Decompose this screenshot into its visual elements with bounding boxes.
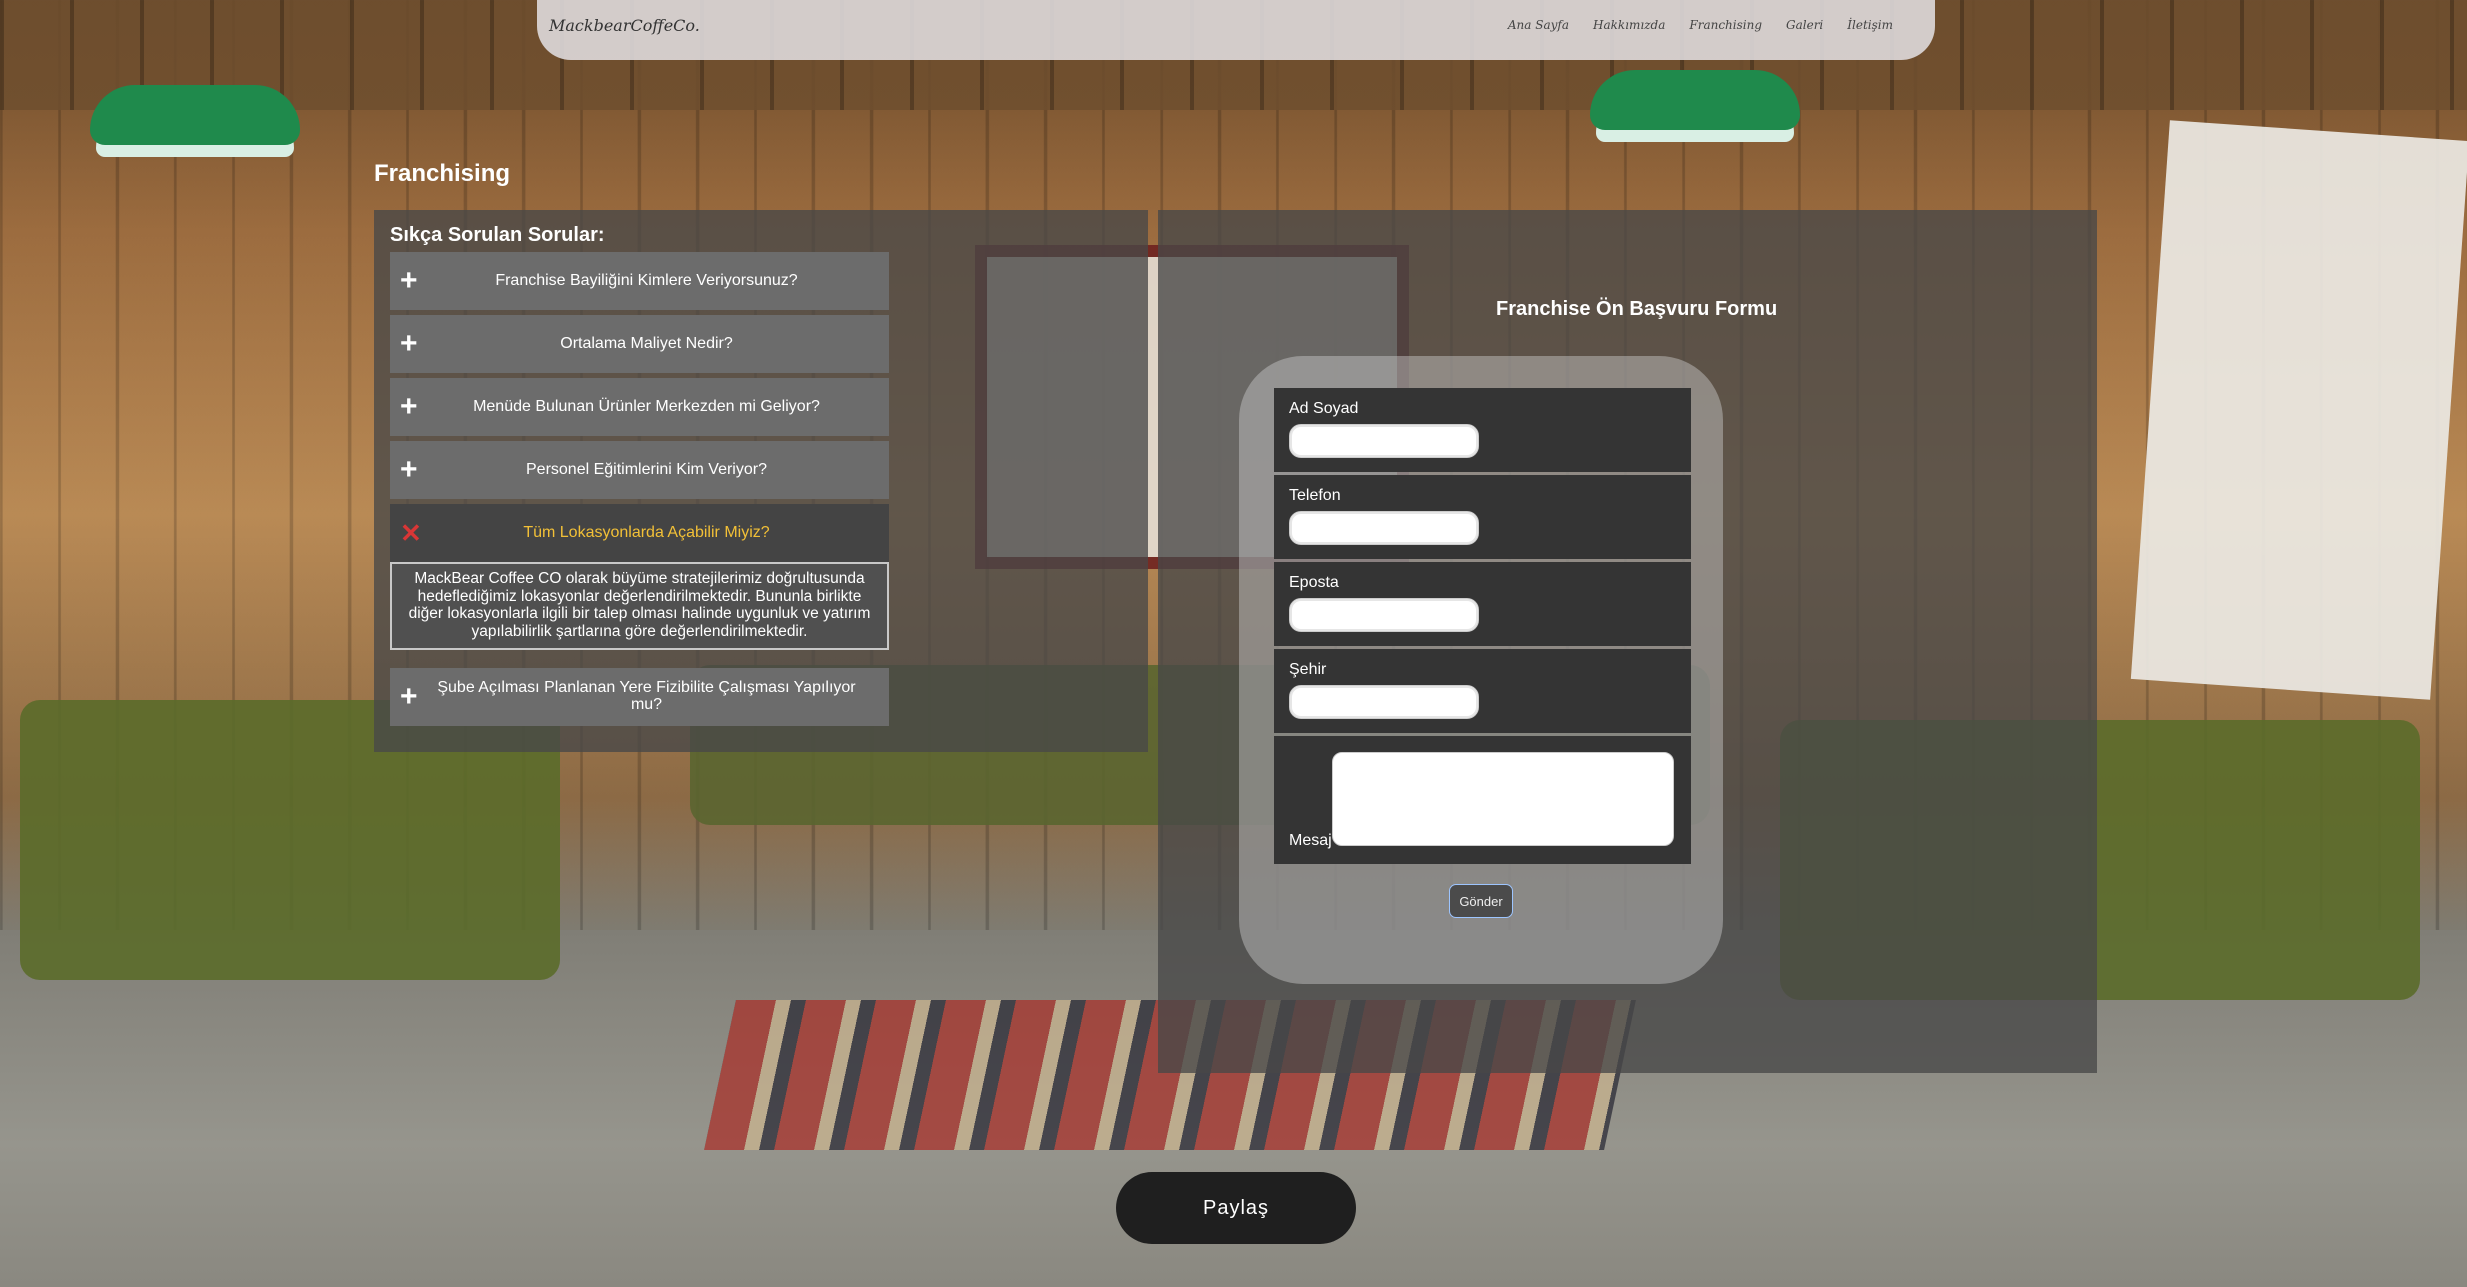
application-form-panel: Franchise Ön Başvuru Formu Ad Soyad Tele…	[1158, 210, 2097, 1073]
city-label: Şehir	[1289, 661, 1327, 678]
faq-question: Tüm Lokasyonlarda Açabilir Miyiz?	[523, 523, 770, 541]
faq-question: Personel Eğitimlerini Kim Veriyor?	[526, 460, 767, 478]
plus-icon: +	[400, 453, 418, 486]
phone-input[interactable]	[1289, 511, 1479, 545]
nav-link-franchising[interactable]: Franchising	[1689, 18, 1762, 32]
name-label: Ad Soyad	[1289, 400, 1359, 417]
faq-item-open[interactable]: ✕ Tüm Lokasyonlarda Açabilir Miyiz?	[390, 504, 889, 562]
faq-list: + Franchise Bayiliğini Kimlere Veriyorsu…	[390, 252, 889, 731]
faq-answer: MackBear Coffee CO olarak büyüme stratej…	[390, 562, 889, 650]
share-button[interactable]: Paylaş	[1116, 1172, 1356, 1244]
nav-link-contact[interactable]: İletişim	[1847, 18, 1893, 32]
city-field-row: Şehir	[1274, 649, 1691, 733]
form-title: Franchise Ön Başvuru Formu	[1496, 298, 1778, 320]
application-form: Ad Soyad Telefon Eposta Şehir Mesaj Gönd…	[1239, 356, 1723, 984]
email-input[interactable]	[1289, 598, 1479, 632]
faq-question: Franchise Bayiliğini Kimlere Veriyorsunu…	[495, 271, 798, 289]
faq-question: Menüde Bulunan Ürünler Merkezden mi Geli…	[473, 397, 820, 415]
faq-item[interactable]: + Menüde Bulunan Ürünler Merkezden mi Ge…	[390, 378, 889, 436]
faq-item[interactable]: + Franchise Bayiliğini Kimlere Veriyorsu…	[390, 252, 889, 310]
plus-icon: +	[400, 327, 418, 360]
page-title: Franchising	[374, 160, 511, 187]
top-navbar: MackbearCoffeCo. Ana Sayfa Hakkımızda Fr…	[537, 0, 1935, 60]
brand-logo[interactable]: MackbearCoffeCo.	[549, 16, 700, 35]
faq-item[interactable]: + Ortalama Maliyet Nedir?	[390, 315, 889, 373]
plus-icon: +	[400, 264, 418, 297]
faq-question: Ortalama Maliyet Nedir?	[560, 334, 733, 352]
plus-icon: +	[400, 680, 418, 713]
submit-button[interactable]: Gönder	[1449, 884, 1513, 918]
plus-icon: +	[400, 390, 418, 423]
message-label: Mesaj	[1289, 832, 1332, 849]
message-textarea[interactable]	[1332, 752, 1674, 846]
faq-heading: Sıkça Sorulan Sorular:	[390, 224, 605, 246]
background-lamp-left	[90, 85, 300, 145]
faq-panel: Sıkça Sorulan Sorular: + Franchise Bayil…	[374, 210, 1148, 752]
name-field-row: Ad Soyad	[1274, 388, 1691, 472]
faq-item[interactable]: + Personel Eğitimlerini Kim Veriyor?	[390, 441, 889, 499]
faq-item[interactable]: + Şube Açılması Planlanan Yere Fizibilit…	[390, 668, 889, 726]
name-input[interactable]	[1289, 424, 1479, 458]
message-field-row: Mesaj	[1274, 736, 1691, 864]
phone-label: Telefon	[1289, 487, 1341, 504]
close-icon: ✕	[400, 518, 422, 548]
background-lamp-right	[1590, 70, 1800, 130]
nav-link-gallery[interactable]: Galeri	[1786, 18, 1823, 32]
email-label: Eposta	[1289, 574, 1339, 591]
nav-link-about[interactable]: Hakkımızda	[1593, 18, 1665, 32]
background-flag	[2130, 120, 2467, 700]
phone-field-row: Telefon	[1274, 475, 1691, 559]
city-input[interactable]	[1289, 685, 1479, 719]
nav-links: Ana Sayfa Hakkımızda Franchising Galeri …	[1508, 18, 1893, 32]
email-field-row: Eposta	[1274, 562, 1691, 646]
faq-question: Şube Açılması Planlanan Yere Fizibilite …	[437, 679, 856, 713]
nav-link-home[interactable]: Ana Sayfa	[1508, 18, 1569, 32]
